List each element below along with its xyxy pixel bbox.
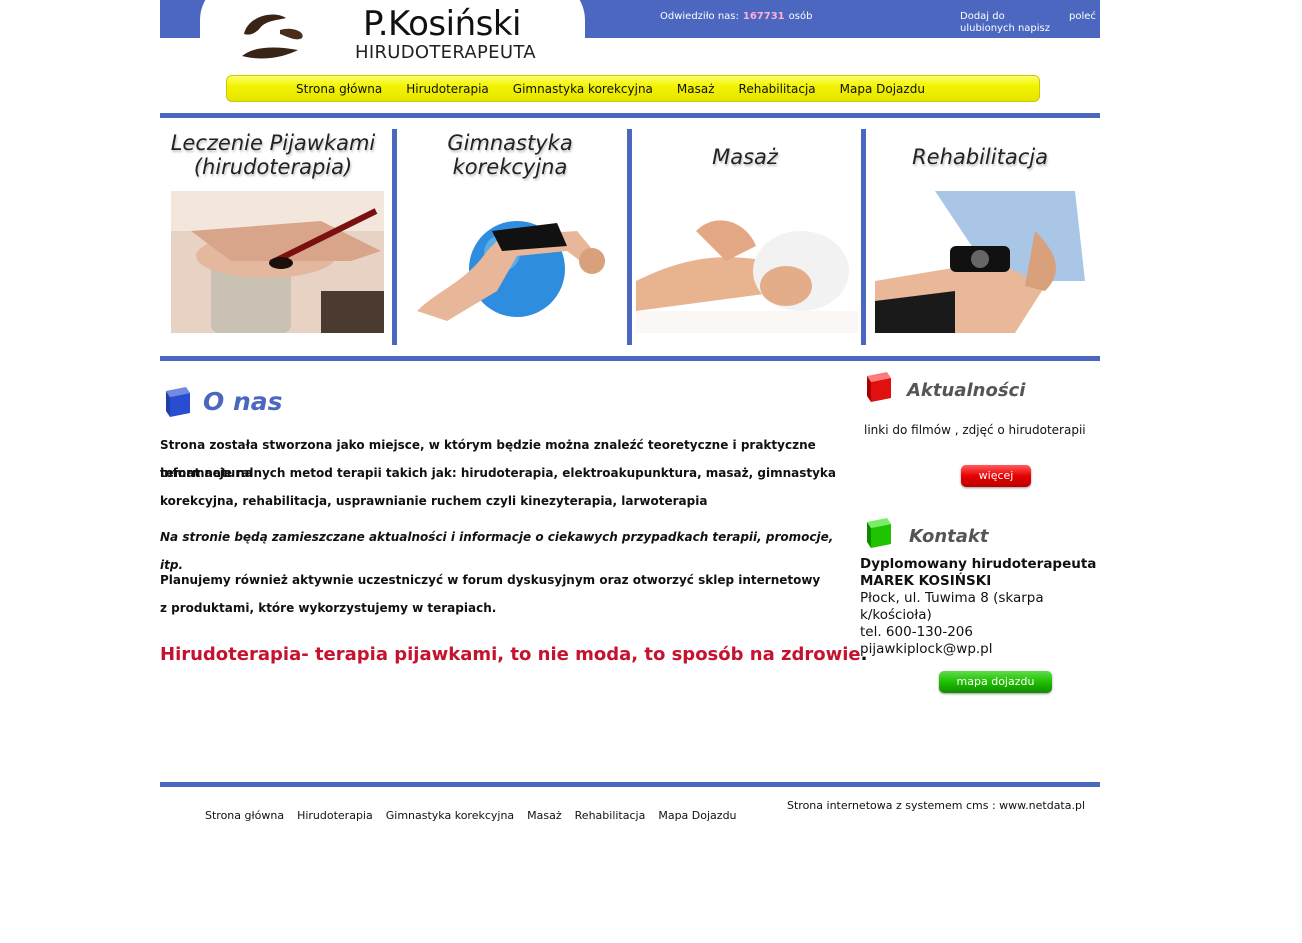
contact-title: Kontakt — [909, 526, 989, 547]
nav-item-map[interactable]: Mapa Dojazdu — [840, 82, 925, 96]
recommend-link[interactable]: poleć — [1069, 11, 1096, 22]
news-title: Aktualności — [907, 380, 1026, 401]
contact-details: Dyplomowany hirudoterapeuta MAREK KOSIŃS… — [860, 556, 1100, 658]
about-paragraph-line: z produktami, które wykorzystujemy w ter… — [160, 601, 497, 615]
slogan: Hirudoterapia- terapia pijawkami, to nie… — [160, 644, 867, 665]
map-button[interactable]: mapa dojazdu — [939, 671, 1052, 693]
tile-title-line1: Masaż — [712, 145, 778, 169]
nav-item-hirudotherapy[interactable]: Hirudoterapia — [406, 82, 489, 96]
visits-unit: osób — [788, 11, 813, 22]
visits-count: 167731 — [742, 11, 785, 22]
tile-title-line1: Rehabilitacja — [912, 145, 1048, 169]
footer-credit-link[interactable]: Strona internetowa z systemem cms : www.… — [787, 799, 1085, 812]
blue-cube-icon — [166, 387, 190, 417]
tile-leeches[interactable]: Leczenie Pijawkami (hirudoterapia) — [160, 129, 386, 345]
nav-item-rehabilitation[interactable]: Rehabilitacja — [739, 82, 816, 96]
tile-title-line2: korekcyjna — [452, 155, 568, 179]
leech-therapy-photo — [171, 191, 384, 333]
tile-corrective-gym[interactable]: Gimnastyka korekcyjna — [397, 129, 623, 345]
main-nav: Strona główna Hirudoterapia Gimnastyka k… — [226, 75, 1040, 102]
red-cube-icon — [867, 372, 891, 402]
tile-title-line1: Leczenie Pijawkami — [170, 131, 376, 155]
divider-top — [160, 113, 1100, 118]
tile-title-line1: Gimnastyka — [447, 131, 573, 155]
page: P.Kosiński HIRUDOTERAPEUTA Odwiedziło na… — [160, 0, 1100, 943]
green-cube-icon — [867, 518, 891, 548]
leech-logo-icon — [242, 14, 303, 59]
tile-rehabilitation[interactable]: Rehabilitacja — [867, 129, 1093, 345]
tile-title-line2: (hirudoterapia) — [193, 155, 353, 179]
about-title: O nas — [203, 387, 283, 416]
contact-name: MAREK KOSIŃSKI — [860, 573, 992, 589]
footer-link-rehabilitation[interactable]: Rehabilitacja — [575, 809, 646, 822]
gym-ball-photo — [407, 191, 620, 333]
contact-role: Dyplomowany hirudoterapeuta — [860, 556, 1097, 572]
news-text[interactable]: linki do filmów , zdjęć o hirudoterapii — [864, 423, 1086, 437]
footer-link-hirudotherapy[interactable]: Hirudoterapia — [297, 809, 373, 822]
brand-name: P.Kosiński — [363, 4, 521, 44]
about-paragraph-line: Planujemy również aktywnie uczestniczyć … — [160, 573, 821, 587]
contact-phone: tel. 600-130-206 — [860, 624, 973, 640]
divider-mid — [160, 356, 1100, 361]
footer-nav: Strona główna Hirudoterapia Gimnastyka k… — [205, 809, 750, 822]
add-to-favorites-link[interactable]: Dodaj do ulubionych napisz — [960, 11, 1060, 35]
more-button[interactable]: więcej — [961, 465, 1031, 487]
tile-separator — [861, 129, 866, 345]
slogan-text: Hirudoterapia- terapia pijawkami, to nie… — [160, 644, 861, 665]
footer-link-massage[interactable]: Masaż — [527, 809, 561, 822]
rehabilitation-photo — [875, 191, 1088, 333]
divider-bottom — [160, 782, 1100, 787]
tile-massage[interactable]: Masaż — [632, 129, 858, 345]
contact-address: Płock, ul. Tuwima 8 (skarpa — [860, 590, 1044, 606]
footer-link-map[interactable]: Mapa Dojazdu — [658, 809, 736, 822]
footer-link-home[interactable]: Strona główna — [205, 809, 284, 822]
visits-label: Odwiedziło nas: — [660, 11, 739, 22]
nav-item-corrective-gym[interactable]: Gimnastyka korekcyjna — [513, 82, 653, 96]
contact-address-2: k/kościoła) — [860, 607, 932, 623]
massage-photo — [636, 191, 858, 333]
nav-item-home[interactable]: Strona główna — [296, 82, 382, 96]
about-paragraph-line: temat naturalnych metod terapii takich j… — [160, 466, 836, 480]
brand-subtitle: HIRUDOTERAPEUTA — [355, 42, 536, 63]
footer-link-corrective-gym[interactable]: Gimnastyka korekcyjna — [386, 809, 514, 822]
nav-item-massage[interactable]: Masaż — [677, 82, 715, 96]
contact-email[interactable]: pijawkiplock@wp.pl — [860, 641, 1100, 658]
about-paragraph-line: korekcyjna, rehabilitacja, usprawnianie … — [160, 494, 708, 508]
visit-counter: Odwiedziło nas: 167731 osób — [660, 11, 812, 22]
